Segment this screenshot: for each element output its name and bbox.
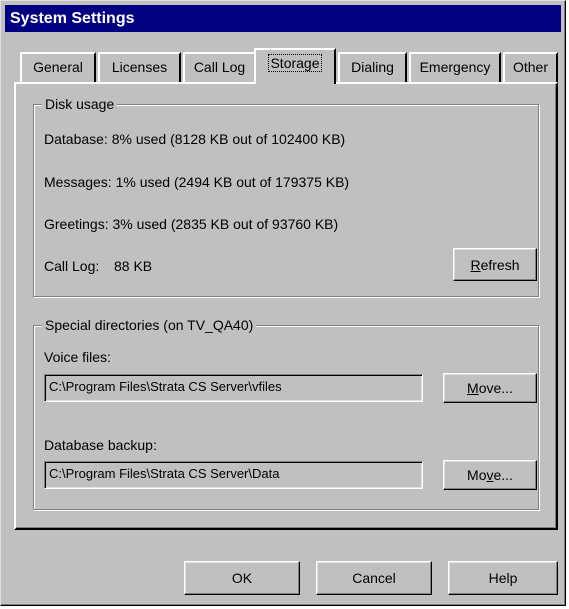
move-mnemonic: M — [467, 380, 479, 396]
move-label-after: ove... — [478, 380, 513, 396]
tab-general[interactable]: General — [20, 52, 96, 83]
tab-label: General — [33, 59, 83, 75]
database-backup-move-button[interactable]: Move... — [443, 460, 537, 490]
voice-files-label: Voice files: — [44, 349, 111, 365]
tab-other[interactable]: Other — [503, 52, 558, 83]
tab-storage[interactable]: Storage — [254, 48, 336, 84]
messages-usage-text: Messages: 1% used (2494 KB out of 179375… — [44, 174, 350, 190]
tab-licenses[interactable]: Licenses — [98, 52, 181, 83]
ok-button[interactable]: OK — [184, 561, 300, 595]
database-backup-label: Database backup: — [44, 437, 157, 453]
database-backup-path-field[interactable]: C:\Program Files\Strata CS Server\Data — [44, 461, 423, 489]
special-directories-title: Special directories (on TV_QA40) — [42, 316, 257, 334]
title-bar: System Settings — [5, 5, 561, 32]
call-log-label: Call Log: — [44, 258, 100, 274]
help-button[interactable]: Help — [448, 561, 558, 595]
storage-tab-panel: Disk usage Database: 8% used (8128 KB ou… — [14, 82, 558, 530]
voice-files-move-button[interactable]: Move... — [443, 373, 537, 403]
tab-label: Licenses — [111, 59, 168, 75]
tab-label: Dialing — [351, 59, 394, 75]
window-title: System Settings — [10, 10, 135, 27]
tab-emergency[interactable]: Emergency — [409, 52, 501, 83]
refresh-button[interactable]: Refresh — [453, 248, 537, 281]
tab-dialing[interactable]: Dialing — [338, 52, 407, 83]
tab-label: Other — [512, 59, 548, 75]
disk-usage-group: Disk usage Database: 8% used (8128 KB ou… — [33, 95, 540, 298]
move-label-before: Mo — [467, 467, 487, 483]
tab-label: Storage — [268, 54, 322, 72]
refresh-label-rest: efresh — [480, 256, 520, 273]
greetings-usage-text: Greetings: 3% used (2835 KB out of 93760… — [44, 216, 339, 232]
system-settings-dialog: System Settings General Licenses Call Lo… — [0, 0, 566, 606]
special-directories-group: Special directories (on TV_QA40) Voice f… — [33, 316, 540, 511]
tab-label: Emergency — [419, 59, 491, 75]
call-log-size: 88 KB — [114, 258, 153, 274]
tab-call-log[interactable]: Call Log — [183, 52, 256, 83]
cancel-button[interactable]: Cancel — [316, 561, 432, 595]
tab-label: Call Log — [193, 59, 246, 75]
database-usage-text: Database: 8% used (8128 KB out of 102400… — [44, 131, 346, 147]
refresh-mnemonic: R — [470, 256, 481, 273]
move-label-after: e... — [493, 467, 513, 483]
disk-usage-title: Disk usage — [42, 95, 118, 113]
voice-files-path-field[interactable]: C:\Program Files\Strata CS Server\vfiles — [44, 374, 423, 402]
